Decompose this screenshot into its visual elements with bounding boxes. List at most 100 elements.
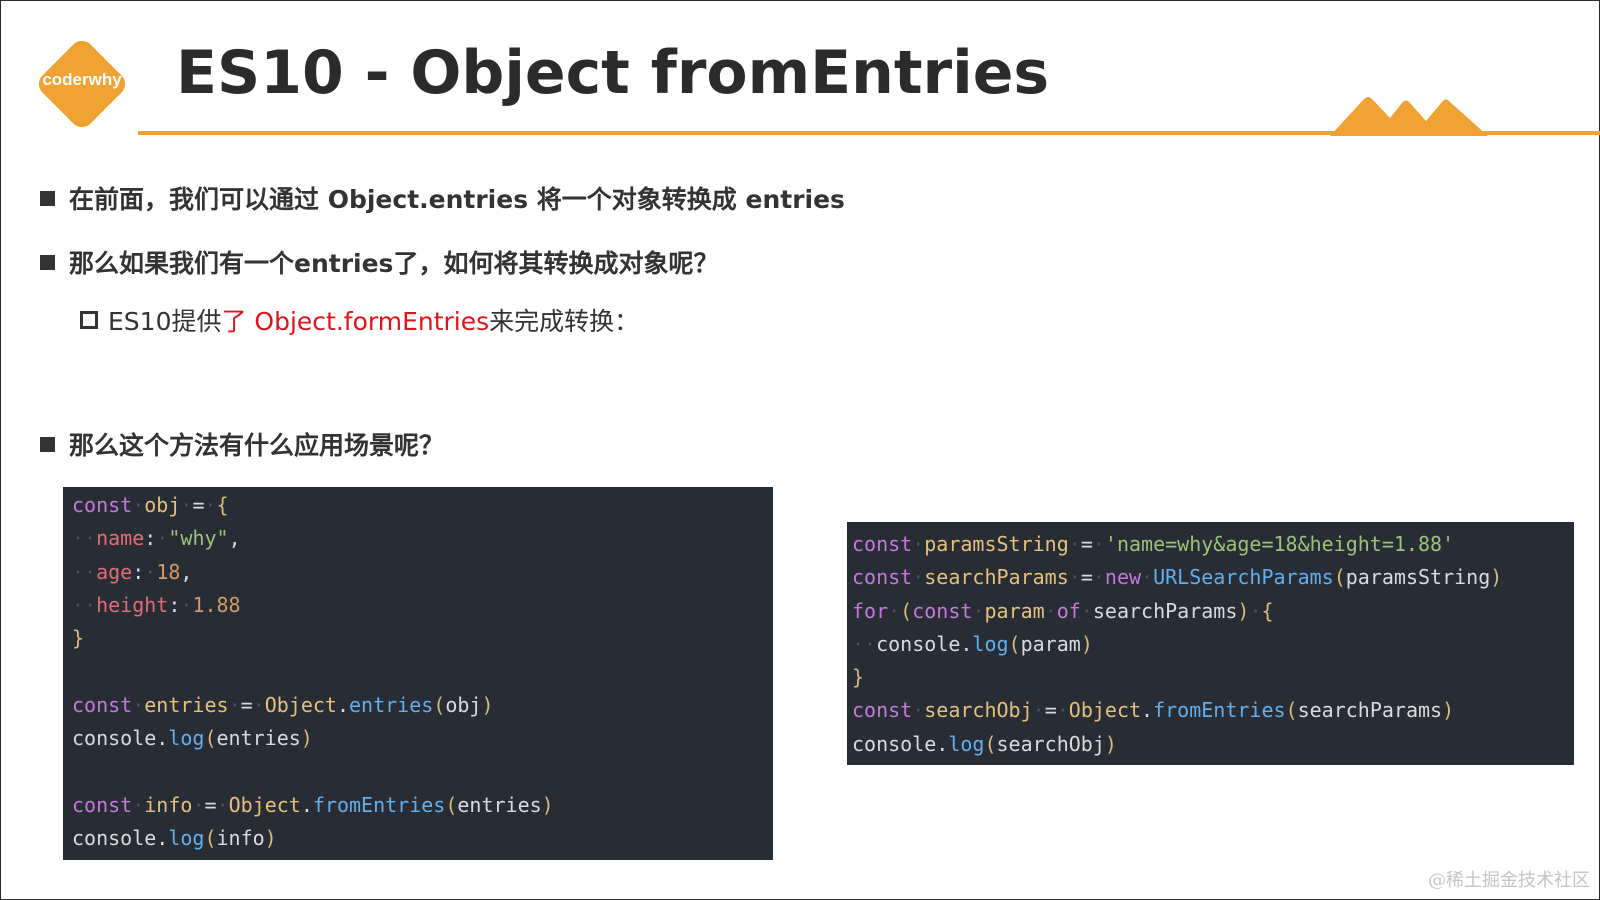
code-token: ( [204, 825, 217, 850]
code-token: · [1141, 565, 1154, 590]
code-line: ··height:·1.88 [72, 589, 764, 622]
code-token: 1.88 [192, 592, 241, 617]
code-token: · [1044, 598, 1057, 623]
code-token: ) [481, 692, 494, 717]
code-token: · [912, 565, 925, 590]
code-token: entries [216, 726, 301, 751]
bullet-text: 在前面，我们可以通过 Object.entries 将一个对象转换成 entri… [69, 185, 845, 214]
code-token: : [144, 526, 157, 551]
square-bullet-icon [40, 190, 55, 206]
code-block-object-entries: const·obj·=·{··name:·"why", ··age:·18, ··h… [63, 487, 773, 860]
code-token: height [96, 592, 169, 617]
code-token: searchParams [1092, 598, 1238, 623]
code-token: ) [1080, 631, 1093, 656]
code-token: = [1080, 532, 1093, 556]
code-token: const [852, 565, 913, 590]
code-token: ( [984, 731, 997, 756]
code-token: console. [72, 726, 169, 751]
code-token: entries [457, 792, 542, 817]
code-token: obj [144, 493, 181, 517]
bullet-item-3: 那么这个方法有什么应用场景呢？ [40, 426, 444, 462]
code-line: const·paramsString·=·'name=why&age=18&he… [852, 528, 1569, 561]
code-token: searchObj [924, 698, 1033, 723]
code-token: for [852, 598, 889, 623]
code-token: ·· [72, 559, 97, 584]
code-token: param [1020, 631, 1081, 656]
code-token: searchParams [924, 565, 1069, 590]
sub-bullet-suffix: 来完成转换： [489, 307, 640, 336]
code-token: ( [1333, 565, 1346, 590]
bullet-text: 那么如果我们有一个entries了，如何将其转换成对象呢？ [69, 249, 719, 278]
square-bullet-icon [40, 436, 55, 452]
code-token: = [204, 792, 217, 817]
code-token: = [1044, 698, 1057, 723]
code-token: } [852, 665, 865, 690]
code-token: Object [1068, 698, 1142, 723]
code-token: · [252, 692, 265, 717]
code-token: const [912, 598, 973, 623]
code-token: ) [1442, 698, 1455, 723]
code-token: "why" [168, 526, 229, 551]
code-token: ·· [72, 526, 97, 551]
code-line: } [72, 622, 764, 655]
code-token: · [1080, 598, 1093, 623]
code-token: · [132, 692, 145, 717]
code-token: · [912, 698, 925, 723]
code-token: const [72, 692, 133, 717]
code-line: const·searchParams·=·new·URLSearchParams… [852, 561, 1569, 594]
code-token: 'name=why&age=18&height=1.88' [1104, 532, 1455, 556]
code-token: · [1056, 698, 1069, 723]
code-token: new [1104, 565, 1142, 590]
code-token: of [1056, 598, 1081, 623]
code-token: , [228, 526, 241, 551]
code-block-url-search-params: const·paramsString·=·'name=why&age=18&he… [847, 522, 1574, 765]
code-token: = [240, 692, 253, 717]
code-token: · [192, 792, 205, 817]
code-token: ) [300, 726, 313, 751]
code-token: · [1068, 565, 1081, 590]
code-token: searchParams [1297, 698, 1443, 723]
code-token: paramsString [924, 532, 1069, 556]
code-token: { [1261, 598, 1274, 623]
code-token: · [156, 526, 169, 551]
code-token: const [72, 792, 133, 817]
hollow-square-bullet-icon [80, 311, 98, 329]
code-token: age [96, 559, 133, 584]
code-token: · [1032, 698, 1045, 723]
logo-text: coderwhy [42, 70, 122, 89]
code-token: log [972, 631, 1009, 656]
code-token: . [300, 792, 313, 817]
code-token: · [1249, 598, 1262, 623]
square-bullet-icon [40, 254, 55, 270]
code-line: console.log(info) [72, 822, 764, 855]
bullet-item-2: 那么如果我们有一个entries了，如何将其转换成对象呢？ [40, 244, 718, 280]
code-token: ( [900, 598, 913, 623]
code-token: entries [349, 692, 434, 717]
sub-bullet-item: ES10提供了 Object.formEntries来完成转换： [80, 302, 639, 338]
code-token: ) [1104, 731, 1117, 756]
code-token: ) [1490, 565, 1503, 590]
code-token: · [132, 792, 145, 817]
code-token: fromEntries [312, 792, 446, 817]
code-token: Object [228, 792, 301, 817]
code-token: 18 [156, 559, 181, 584]
code-token: info [144, 792, 193, 817]
code-line: const·info·=·Object.fromEntries(entries) [72, 789, 764, 822]
code-token: ·· [72, 592, 97, 617]
code-line: ··age:·18, [72, 556, 764, 589]
code-token: . [336, 692, 349, 717]
code-token: ( [1008, 631, 1021, 656]
sub-bullet-highlight: 了 Object.formEntries [221, 307, 490, 336]
code-token: · [1068, 532, 1081, 556]
code-line: console.log(entries) [72, 722, 764, 755]
code-token: ( [1285, 698, 1298, 723]
mountains-decoration-icon [1330, 97, 1488, 136]
code-token: · [204, 493, 217, 517]
code-token: console. [852, 731, 949, 756]
code-token: console. [72, 825, 169, 850]
code-token: { [216, 493, 229, 517]
code-token: const [72, 493, 133, 517]
code-token: · [1092, 532, 1105, 556]
